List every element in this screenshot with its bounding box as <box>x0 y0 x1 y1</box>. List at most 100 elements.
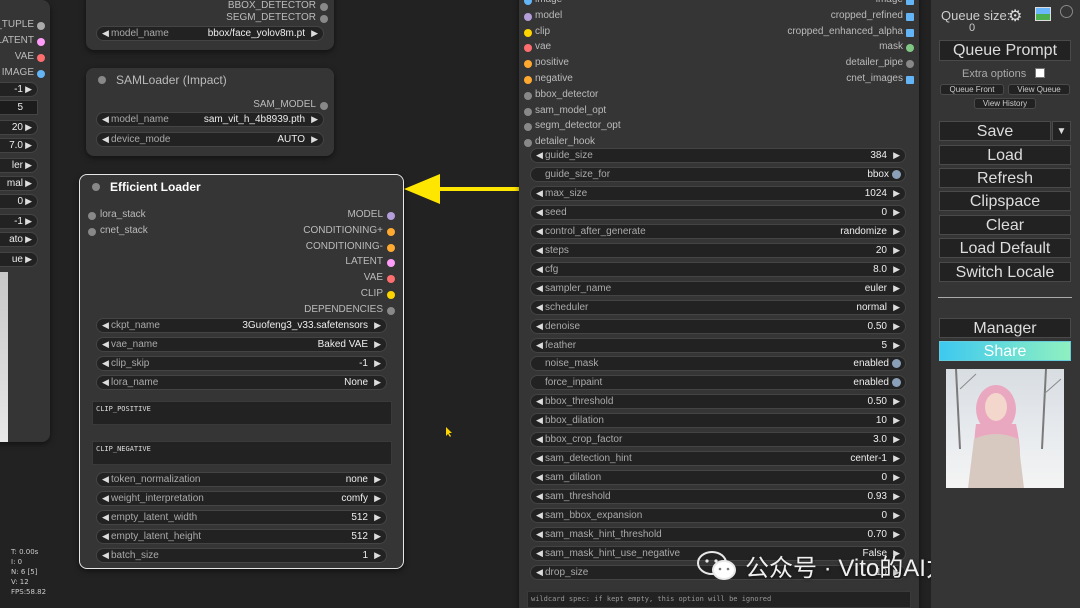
right-arrow-icon[interactable]: ▶ <box>893 301 900 314</box>
widget[interactable]: ◀ sam_bbox_expansion 0 ▶ <box>530 508 906 524</box>
clear-button[interactable]: Clear <box>939 215 1071 235</box>
output-dot[interactable] <box>387 275 395 284</box>
right-arrow-icon[interactable]: ▶ <box>374 549 381 562</box>
left-arrow-icon[interactable]: ◀ <box>536 320 543 333</box>
right-arrow-icon[interactable]: ▶ <box>893 339 900 352</box>
manager-button[interactable]: Manager <box>939 318 1071 338</box>
right-arrow-icon[interactable]: ▶ <box>893 263 900 276</box>
face-detailer-node[interactable]: image model clip vae positive negative bbox_de… <box>519 0 919 608</box>
right-arrow-icon[interactable]: ▶ <box>374 319 381 332</box>
collapse-dot[interactable] <box>98 76 106 84</box>
right-arrow-icon[interactable]: ▶ <box>25 139 32 152</box>
left-arrow-icon[interactable]: ◀ <box>102 133 109 146</box>
save-dropdown-button[interactable]: ▼ <box>1052 121 1071 141</box>
widget[interactable]: ◀ feather 5 ▶ <box>530 337 906 353</box>
device-mode-widget[interactable]: ◀ device_mode AUTO ▶ <box>96 132 324 147</box>
output-dot[interactable] <box>387 212 395 220</box>
right-arrow-icon[interactable]: ▶ <box>893 509 900 522</box>
settings-gear-icon[interactable]: ⚙ <box>1008 6 1022 26</box>
partial-widget[interactable]: ue ▶ <box>0 252 38 267</box>
right-arrow-icon[interactable]: ▶ <box>893 490 900 503</box>
input-dot[interactable] <box>524 28 532 37</box>
widget[interactable]: ◀ steps 20 ▶ <box>530 242 906 258</box>
widget[interactable]: ◀ bbox_threshold 0.50 ▶ <box>530 394 906 410</box>
left-arrow-icon[interactable]: ◀ <box>536 547 543 560</box>
left-arrow-icon[interactable]: ◀ <box>536 566 543 579</box>
collapse-dot[interactable] <box>92 183 100 191</box>
refresh-button[interactable]: Refresh <box>939 168 1071 188</box>
left-arrow-icon[interactable]: ◀ <box>102 319 109 332</box>
right-arrow-icon[interactable]: ▶ <box>374 473 381 486</box>
close-menu-icon[interactable] <box>1060 5 1073 18</box>
left-arrow-icon[interactable]: ◀ <box>536 395 543 408</box>
partial-widget[interactable]: 0 ▶ <box>0 194 38 209</box>
left-arrow-icon[interactable]: ◀ <box>536 244 543 257</box>
clip-negative-textarea[interactable]: CLIP_NEGATIVE <box>92 441 392 465</box>
switch-locale-button[interactable]: Switch Locale <box>939 262 1071 282</box>
output-dot[interactable] <box>387 259 395 268</box>
left-arrow-icon[interactable]: ◀ <box>536 282 543 295</box>
left-arrow-icon[interactable]: ◀ <box>536 509 543 522</box>
node-canvas[interactable]: _TUPLELATENTVAEIMAGE -1▶520▶7.0▶ler▶mal▶… <box>0 0 1080 608</box>
left-arrow-icon[interactable]: ◀ <box>536 301 543 314</box>
wildcard-textarea[interactable]: wildcard spec: if kept empty, this optio… <box>527 591 911 608</box>
output-preview-image[interactable] <box>946 369 1064 488</box>
output-dot[interactable] <box>387 291 395 299</box>
right-arrow-icon[interactable]: ▶ <box>311 133 318 146</box>
model-name-widget[interactable]: ◀ model_name bbox/face_yolov8m.pt ▶ <box>96 26 324 41</box>
image-gallery-icon[interactable] <box>1035 7 1051 21</box>
output-dot[interactable] <box>320 3 328 11</box>
widget[interactable]: ◀ lora_name None ▶ <box>96 375 387 390</box>
input-dot[interactable] <box>88 212 96 220</box>
right-arrow-icon[interactable]: ▶ <box>893 433 900 446</box>
left-arrow-icon[interactable]: ◀ <box>536 206 543 219</box>
partial-widget[interactable]: 7.0 ▶ <box>0 138 38 153</box>
widget[interactable]: ◀ scheduler normal ▶ <box>530 299 906 315</box>
widget[interactable]: force_inpaint enabled <box>530 375 906 391</box>
right-arrow-icon[interactable]: ▶ <box>25 195 32 208</box>
widget[interactable]: ◀ weight_interpretation comfy ▶ <box>96 491 387 506</box>
partial-widget[interactable]: 20 ▶ <box>0 120 38 135</box>
left-arrow-icon[interactable]: ◀ <box>536 452 543 465</box>
toggle-icon[interactable] <box>892 359 901 369</box>
left-arrow-icon[interactable]: ◀ <box>536 414 543 427</box>
widget[interactable]: ◀ sampler_name euler ▶ <box>530 280 906 296</box>
output-dot[interactable] <box>387 306 395 315</box>
left-arrow-icon[interactable]: ◀ <box>102 492 109 505</box>
right-arrow-icon[interactable]: ▶ <box>893 471 900 484</box>
node-title[interactable]: SAMLoader (Impact) <box>86 68 334 92</box>
right-arrow-icon[interactable]: ▶ <box>893 452 900 465</box>
right-arrow-icon[interactable]: ▶ <box>893 528 900 541</box>
view-queue-button[interactable]: View Queue <box>1008 84 1070 95</box>
input-dot[interactable] <box>524 60 532 69</box>
clip-positive-textarea[interactable]: CLIP_POSITIVE <box>92 401 392 425</box>
right-arrow-icon[interactable]: ▶ <box>25 83 32 96</box>
widget[interactable]: ◀ batch_size 1 ▶ <box>96 548 387 563</box>
output-dot[interactable] <box>906 60 914 69</box>
output-dot[interactable] <box>37 22 45 30</box>
output-dot[interactable] <box>387 243 395 252</box>
left-arrow-icon[interactable]: ◀ <box>102 27 109 40</box>
left-arrow-icon[interactable]: ◀ <box>102 473 109 486</box>
output-dot[interactable] <box>906 76 914 84</box>
right-arrow-icon[interactable]: ▶ <box>893 149 900 162</box>
output-dot[interactable] <box>37 70 45 78</box>
load-default-button[interactable]: Load Default <box>939 238 1071 258</box>
right-arrow-icon[interactable]: ▶ <box>893 282 900 295</box>
left-arrow-icon[interactable]: ◀ <box>536 225 543 238</box>
left-arrow-icon[interactable]: ◀ <box>102 357 109 370</box>
left-arrow-icon[interactable]: ◀ <box>536 433 543 446</box>
right-arrow-icon[interactable]: ▶ <box>374 511 381 524</box>
widget[interactable]: ◀ cfg 8.0 ▶ <box>530 261 906 277</box>
left-arrow-icon[interactable]: ◀ <box>102 530 109 543</box>
save-button[interactable]: Save <box>939 121 1051 141</box>
left-partial-node[interactable]: _TUPLELATENTVAEIMAGE -1▶520▶7.0▶ler▶mal▶… <box>0 0 50 442</box>
right-arrow-icon[interactable]: ▶ <box>25 177 32 190</box>
right-arrow-icon[interactable]: ▶ <box>311 113 318 126</box>
share-button[interactable]: Share <box>939 341 1071 361</box>
queue-prompt-button[interactable]: Queue Prompt <box>939 40 1071 61</box>
queue-front-button[interactable]: Queue Front <box>940 84 1004 95</box>
output-dot[interactable] <box>906 0 914 5</box>
left-arrow-icon[interactable]: ◀ <box>536 471 543 484</box>
right-arrow-icon[interactable]: ▶ <box>374 492 381 505</box>
